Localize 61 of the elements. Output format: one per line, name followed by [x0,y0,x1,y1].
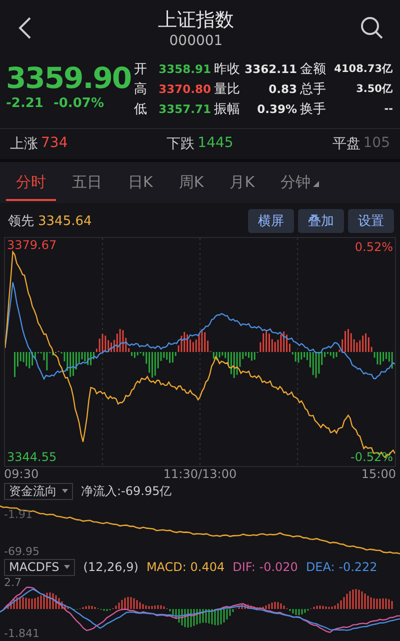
chart-button[interactable]: 设置 [348,209,394,233]
back-icon[interactable] [18,16,32,40]
leader-value: 3345.64 [38,214,92,228]
period-tab[interactable]: 周K [168,165,214,201]
stat-label: 振幅 [214,101,240,118]
time-label: 11:30/13:00 [163,467,237,482]
breadth-label: 上涨 [10,135,38,153]
dropdown-icon [64,565,70,569]
stat-value: 3370.80 [158,82,211,96]
chart-button[interactable]: 叠加 [298,209,344,233]
index-title: 上证指数 [158,8,234,33]
breadth-count: 1445 [198,135,234,153]
period-tab[interactable]: 五日 [62,165,112,201]
breadth-count: 105 [363,135,390,153]
time-label: 09:30 [4,467,39,482]
macd-params: (12,26,9) [83,560,138,574]
stat-value: 0.83 [268,82,297,96]
stat-label: 量比 [214,81,240,98]
dea-value: DEA: -0.222 [306,560,378,574]
stat-label: 总手 [300,81,326,98]
breadth-count: 734 [41,135,68,153]
low-percent-label: -0.52% [350,450,393,464]
flow-min-label: -69.95 [4,545,40,558]
leader-label: 领先 [8,213,34,230]
dropdown-icon [62,489,68,493]
stat-label: 昨收 [214,61,240,78]
macd-value: MACD: 0.404 [146,560,225,574]
flow-max-label: -1.91 [4,508,32,521]
stat-value: 0.39% [257,102,297,116]
stat-label: 低 [134,101,147,118]
stat-label: 换手 [300,101,326,118]
breadth-label: 下跌 [166,135,195,153]
search-icon[interactable] [360,16,384,40]
high-price-label: 3379.67 [7,238,57,252]
dif-value: DIF: -0.020 [232,560,298,574]
price-change: -2.21 [6,96,44,111]
index-code: 000001 [169,33,223,49]
high-percent-label: 0.52% [354,240,393,254]
indicator-dropdown[interactable]: MACDFS [4,558,76,576]
stat-value: 4108.73亿 [334,62,393,76]
time-label: 15:00 [361,467,396,482]
chart-button[interactable]: 横屏 [248,209,294,233]
period-tab[interactable]: 分钟 [270,165,329,201]
period-tab[interactable]: 日K [118,165,163,201]
stat-value: -- [384,103,393,115]
low-price-label: 3344.55 [7,450,57,464]
macd-max-label: 2.7 [4,576,22,589]
net-inflow: 净流入:-69.95亿 [81,482,172,500]
macd-min-label: -1.841 [4,627,40,640]
stat-label: 开 [134,61,147,78]
stat-value: 3357.71 [158,102,211,116]
stat-value: 3362.11 [244,62,297,76]
stat-value: 3358.91 [158,62,211,76]
stat-label: 高 [134,81,147,98]
period-tab[interactable]: 月K [220,165,265,201]
period-tab[interactable]: 分时 [6,165,56,201]
stat-value: 3.50亿 [356,82,393,96]
indicator-dropdown[interactable]: 资金流向 [4,482,73,500]
stat-label: 金额 [300,61,326,78]
breadth-label: 平盘 [332,135,360,153]
percent-change: -0.07% [53,96,104,111]
